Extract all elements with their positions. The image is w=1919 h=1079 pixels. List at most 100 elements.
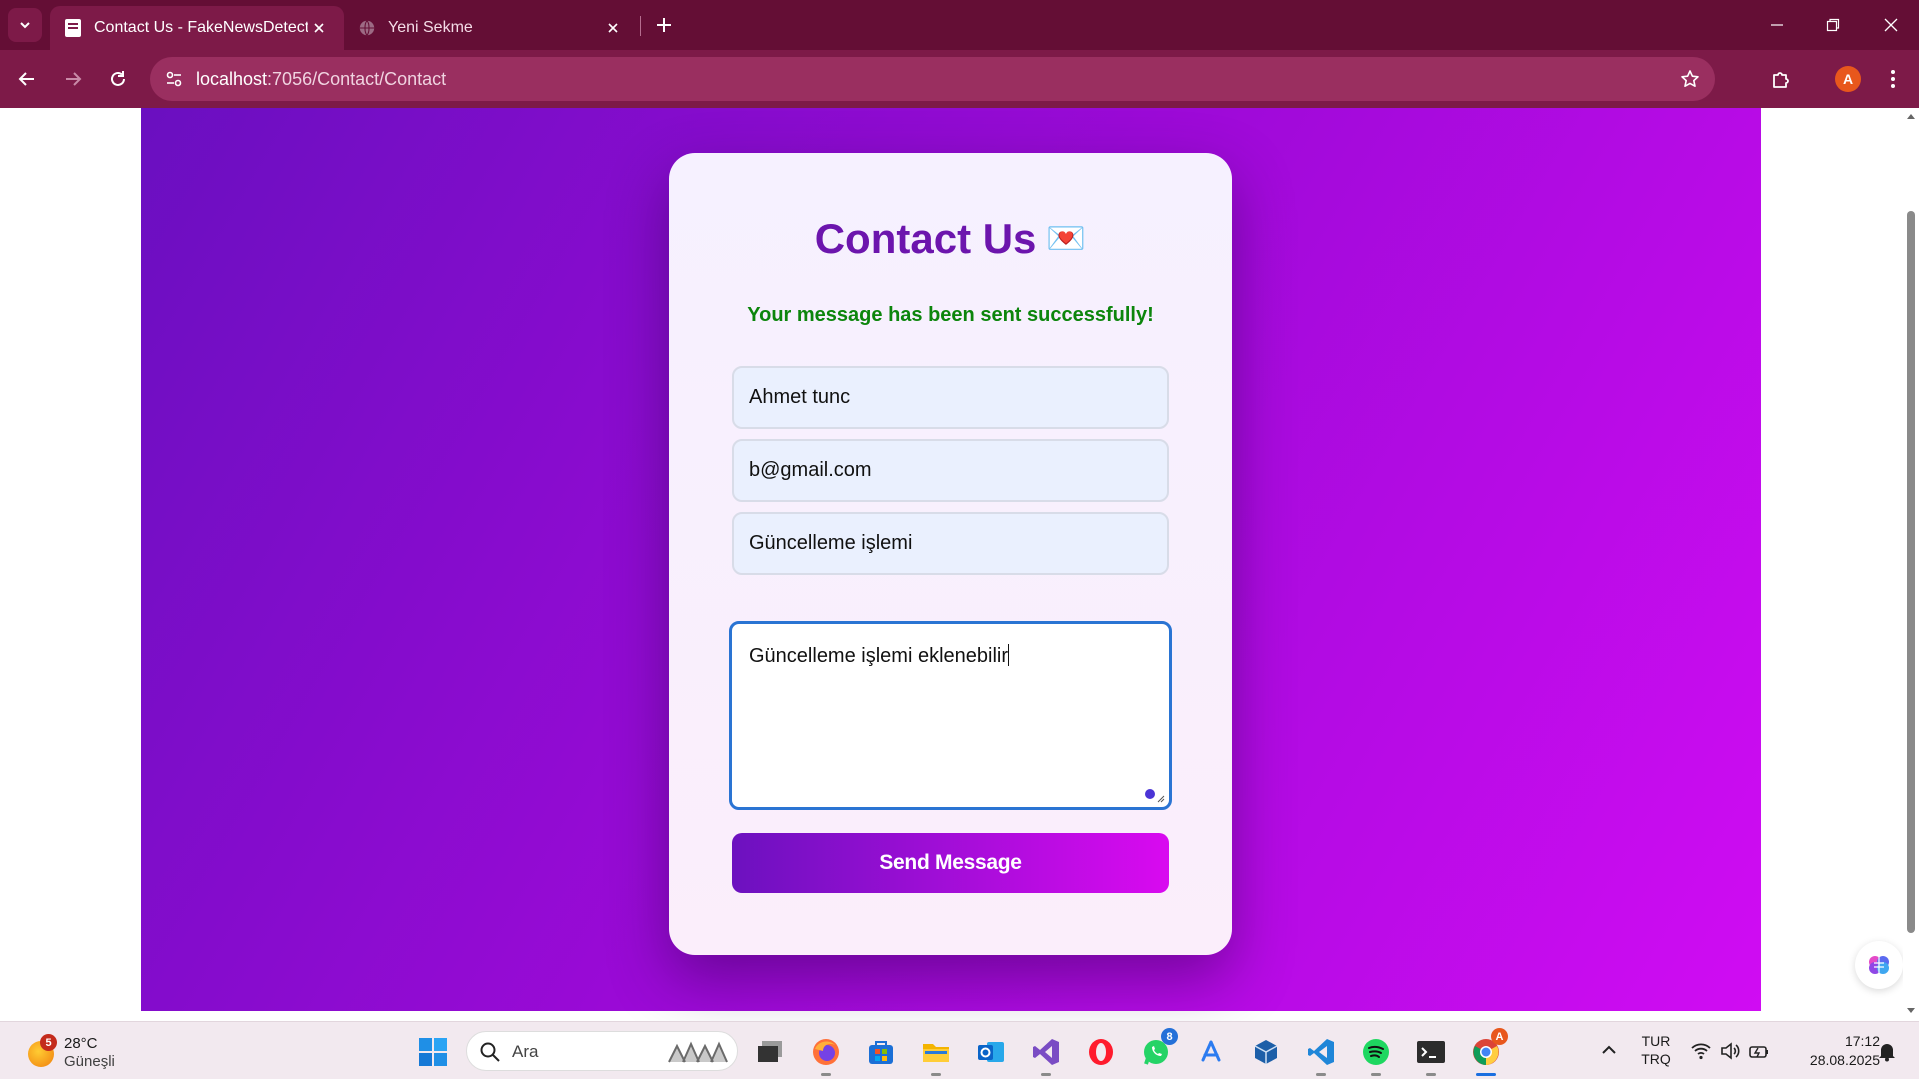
firefox-app[interactable] — [808, 1034, 844, 1076]
restore-button[interactable] — [1818, 10, 1848, 40]
assistant-bubble-button[interactable] — [1855, 941, 1903, 989]
email-field-value: b@gmail.com — [749, 459, 872, 481]
page-title: Contact Us 💌 — [669, 215, 1232, 263]
opera-icon — [1089, 1039, 1113, 1065]
brain-icon — [1869, 956, 1889, 974]
wifi-icon[interactable] — [1690, 1040, 1712, 1062]
outlook-app[interactable] — [973, 1034, 1009, 1070]
spotify-app[interactable] — [1358, 1034, 1394, 1076]
app-store-app[interactable] — [1193, 1034, 1229, 1070]
visual-studio-app[interactable] — [1028, 1034, 1064, 1076]
url-path: :7056/Contact/Contact — [267, 69, 447, 89]
tab-title: Yeni Sekme — [388, 19, 473, 36]
clock-date: 28.08.2025 — [1809, 1052, 1880, 1068]
reload-icon — [111, 71, 125, 86]
grammar-extension-icon[interactable] — [1145, 789, 1155, 799]
bookmark-star-icon[interactable] — [1677, 66, 1703, 92]
kebab-menu-icon — [1891, 70, 1895, 88]
active-indicator — [1476, 1073, 1496, 1076]
tab-title: Contact Us - FakeNewsDetection — [94, 19, 308, 36]
virtualbox-app[interactable] — [1248, 1034, 1284, 1070]
search-icon — [480, 1042, 500, 1062]
address-bar[interactable]: localhost:7056/Contact/Contact — [150, 57, 1715, 101]
tab-divider — [640, 16, 641, 36]
windows-start-icon[interactable] — [418, 1037, 448, 1067]
success-message: Your message has been sent successfully! — [747, 304, 1154, 326]
notification-bell-icon[interactable] — [1876, 1040, 1898, 1062]
profile-badge: A — [1491, 1028, 1508, 1045]
scrollbar-thumb[interactable] — [1907, 211, 1915, 933]
spotify-icon — [1363, 1039, 1389, 1065]
taskbar-search[interactable]: Ara — [466, 1031, 738, 1071]
page-viewport: Contact Us 💌 Your message has been sent s… — [0, 108, 1919, 1021]
terminal-app[interactable] — [1413, 1034, 1449, 1076]
scroll-up-arrow-icon[interactable] — [1905, 110, 1917, 122]
system-clock[interactable]: 17:12 28.08.2025 — [1785, 1032, 1880, 1070]
message-textarea[interactable]: Güncelleme işlemi eklenebilir — [729, 621, 1172, 810]
opera-app[interactable] — [1083, 1034, 1119, 1070]
email-field[interactable]: b@gmail.com — [732, 439, 1169, 502]
close-icon — [1884, 18, 1898, 32]
vertical-scrollbar[interactable] — [1903, 108, 1919, 1021]
search-placeholder: Ara — [512, 1042, 539, 1061]
tab-search-button[interactable] — [8, 8, 42, 42]
restore-icon — [1826, 18, 1840, 32]
notification-badge: 8 — [1161, 1028, 1178, 1045]
page-title-text: Contact Us — [814, 215, 1037, 262]
extensions-button[interactable] — [1764, 62, 1798, 96]
language-line-2: TRQ — [1641, 1051, 1671, 1067]
avatar: A — [1835, 66, 1861, 92]
vs-code-icon — [1308, 1039, 1334, 1065]
close-tab-icon[interactable] — [308, 17, 330, 39]
tab-new-tab[interactable]: Yeni Sekme — [344, 6, 638, 50]
input-language-indicator[interactable]: TUR TRQ — [1636, 1032, 1676, 1068]
vs-code-app[interactable] — [1303, 1034, 1339, 1076]
text-caret — [1008, 644, 1009, 666]
running-indicator — [1041, 1073, 1051, 1076]
tab-bar: Contact Us - FakeNewsDetection Yeni Sekm… — [0, 0, 1919, 50]
battery-icon[interactable] — [1748, 1040, 1770, 1062]
browser-toolbar: localhost:7056/Contact/Contact A — [0, 50, 1919, 108]
folder-icon — [923, 1044, 949, 1062]
language-line-1: TUR — [1641, 1033, 1671, 1049]
plus-icon — [657, 18, 671, 32]
contact-section: Contact Us 💌 Your message has been sent s… — [141, 108, 1761, 1011]
microsoft-store-app[interactable] — [863, 1034, 899, 1070]
weather-widget[interactable]: 5 28°C Güneşli — [24, 1032, 164, 1072]
profile-button[interactable]: A — [1831, 62, 1865, 96]
subject-field-value: Güncelleme işlemi — [749, 532, 913, 554]
search-highlight-icon — [668, 1041, 728, 1063]
chrome-app[interactable]: A — [1468, 1028, 1508, 1076]
task-view-icon — [758, 1041, 782, 1062]
name-field[interactable]: Ahmet tunc — [732, 366, 1169, 429]
back-button[interactable] — [10, 62, 44, 96]
task-view-app[interactable] — [752, 1034, 788, 1070]
subject-field[interactable]: Güncelleme işlemi — [732, 512, 1169, 575]
chevron-up-icon[interactable] — [1597, 1038, 1621, 1062]
visual-studio-icon — [1033, 1039, 1059, 1065]
windows-taskbar: 5 28°C Güneşli Ara 8 A TUR TRQ 17:12 28.… — [0, 1021, 1919, 1079]
file-explorer-app[interactable] — [918, 1034, 954, 1076]
clock-time: 17:12 — [1844, 1033, 1880, 1049]
puzzle-icon — [1773, 72, 1789, 88]
page-icon — [65, 19, 81, 37]
scroll-down-arrow-icon[interactable] — [1905, 1005, 1917, 1017]
url-text[interactable]: localhost:7056/Contact/Contact — [196, 69, 446, 90]
close-window-button[interactable] — [1876, 10, 1906, 40]
site-info-icon[interactable] — [160, 65, 188, 93]
send-message-button[interactable]: Send Message — [732, 833, 1169, 893]
resize-handle-icon[interactable] — [1155, 793, 1165, 803]
browser-menu-button[interactable] — [1876, 62, 1910, 96]
love-letter-icon: 💌 — [1046, 220, 1087, 256]
minimize-icon — [1771, 24, 1783, 26]
volume-icon[interactable] — [1719, 1040, 1741, 1062]
tab-contact-us[interactable]: Contact Us - FakeNewsDetection — [50, 6, 344, 50]
whatsapp-app[interactable]: 8 — [1138, 1028, 1178, 1070]
minimize-button[interactable] — [1762, 10, 1792, 40]
close-tab-icon[interactable] — [602, 17, 624, 39]
forward-button[interactable] — [56, 62, 90, 96]
running-indicator — [821, 1073, 831, 1076]
reload-button[interactable] — [101, 62, 135, 96]
new-tab-button[interactable] — [652, 12, 676, 38]
terminal-icon — [1417, 1041, 1445, 1063]
